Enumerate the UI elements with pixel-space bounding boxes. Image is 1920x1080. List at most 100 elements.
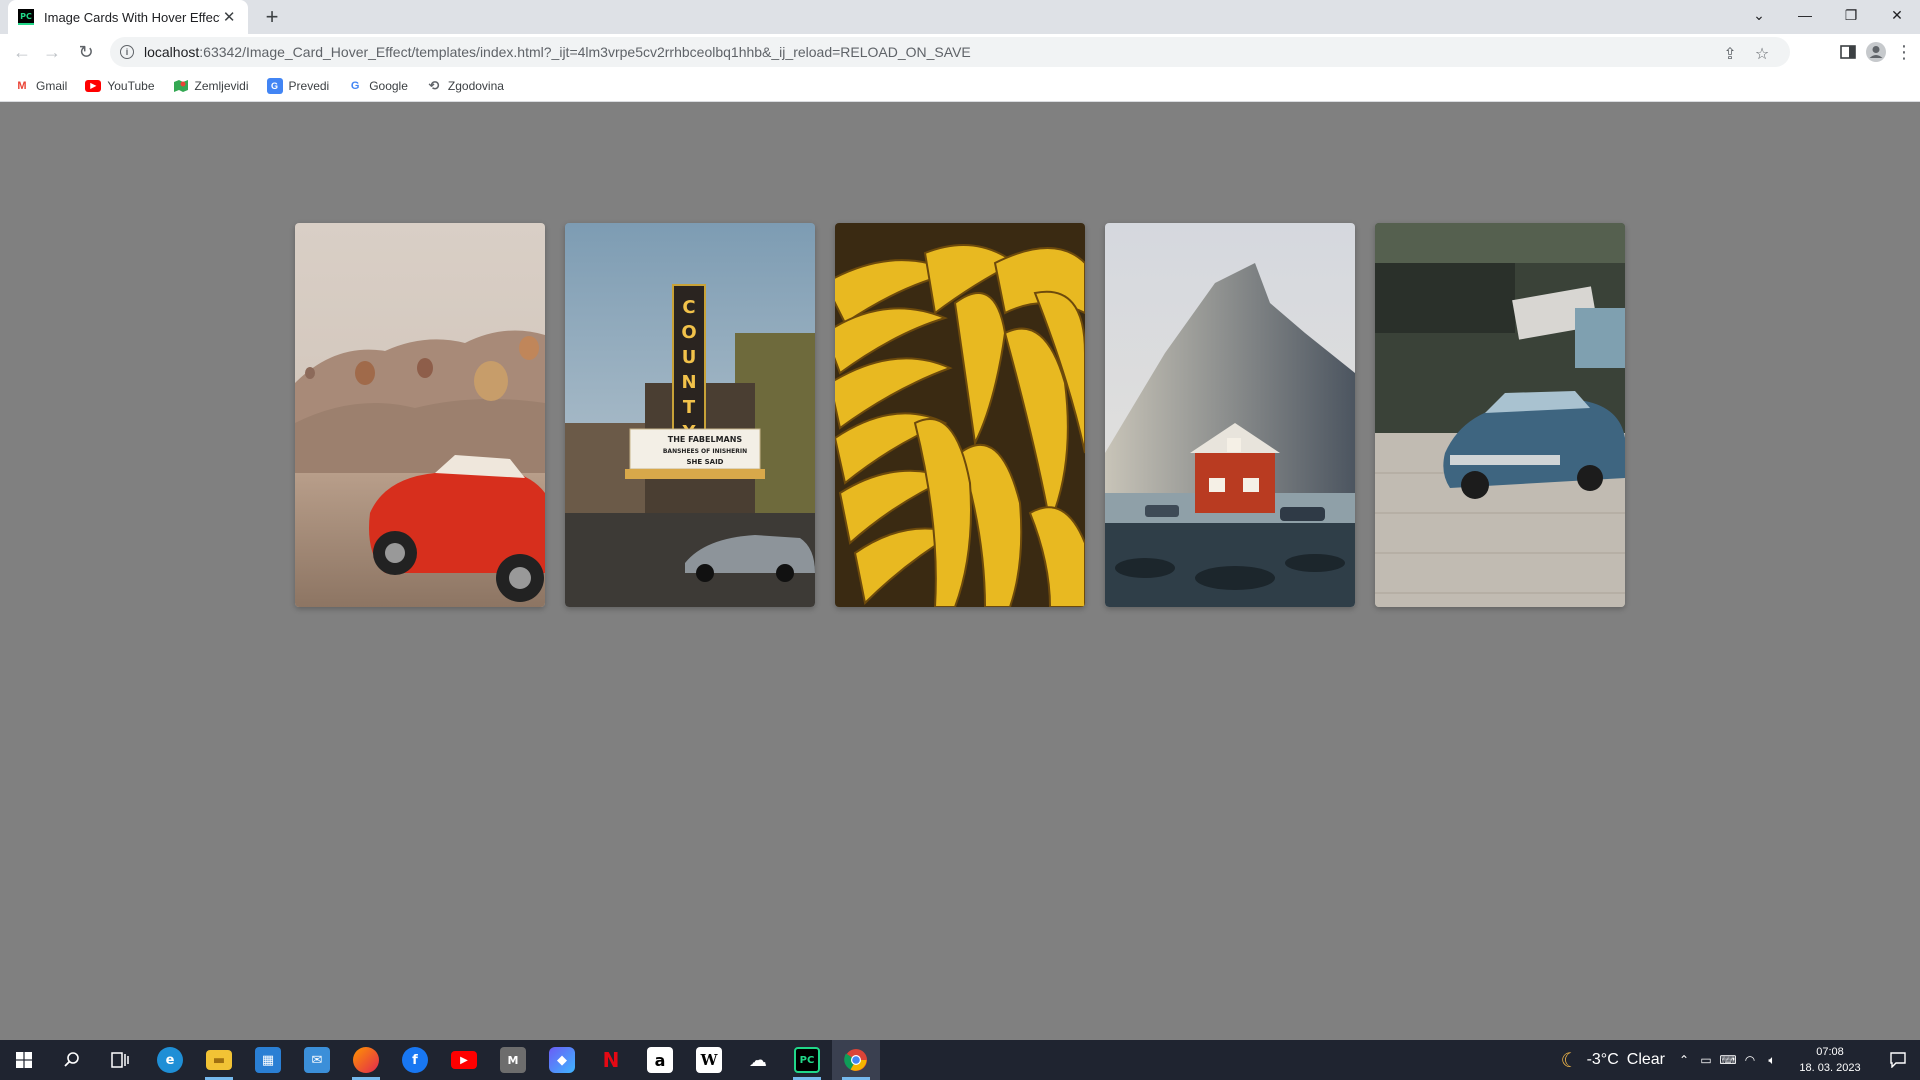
svg-text:N: N [681, 372, 696, 393]
tab-search-icon[interactable]: ⌄ [1736, 0, 1782, 30]
restore-button[interactable]: ❐ [1828, 0, 1874, 30]
amazon-icon: a [647, 1047, 673, 1073]
bookmark-label: YouTube [107, 78, 155, 93]
image-card-blue-car[interactable] [1375, 223, 1625, 607]
google-icon: G [350, 79, 360, 92]
taskbar-amazon[interactable]: a [636, 1040, 684, 1080]
bookmark-google[interactable]: G Google [347, 78, 408, 94]
svg-text:U: U [682, 347, 697, 368]
photo-bananas [835, 223, 1085, 607]
windows-taskbar: e ▬ ▦ ✉ f ▶ M ◆ N a W ☁ PC ☾ -3°C Clear … [0, 1040, 1920, 1080]
browser-menu-icon[interactable]: ⋮ [1890, 38, 1918, 66]
image-card-bananas[interactable] [835, 223, 1085, 607]
history-icon: ⟲ [428, 77, 440, 93]
store-icon: ▦ [255, 1047, 281, 1073]
image-card-red-house[interactable] [1105, 223, 1355, 607]
weather-widget[interactable]: ☾ -3°C Clear [1561, 1040, 1665, 1080]
bookmark-translate[interactable]: G Prevedi [266, 77, 329, 94]
side-panel-icon[interactable] [1834, 38, 1862, 66]
bookmark-youtube[interactable]: ▶ YouTube [85, 78, 155, 93]
task-view-button[interactable] [96, 1040, 144, 1080]
moon-icon: ☾ [1560, 1049, 1579, 1072]
network-icon[interactable]: ◠ [1742, 1052, 1758, 1068]
volume-icon[interactable]: 🔈︎ [1764, 1052, 1780, 1068]
bookmark-label: Gmail [36, 78, 68, 93]
photo-blue-car [1375, 223, 1625, 607]
taskbar-firefox[interactable] [342, 1040, 390, 1080]
edge-icon: e [157, 1047, 183, 1073]
svg-text:O: O [681, 322, 696, 343]
tab-strip: PC Image Cards With Hover Effect ✕ + ⌄ —… [0, 0, 1920, 34]
taskbar-app-hex[interactable]: ◆ [538, 1040, 586, 1080]
profile-avatar-icon[interactable] [1862, 38, 1890, 66]
facebook-icon: f [402, 1047, 428, 1073]
back-button[interactable]: ← [8, 38, 36, 66]
marquee-line-2: BANSHEES OF INISHERIN [663, 448, 747, 455]
svg-text:T: T [683, 397, 696, 418]
bookmark-gmail[interactable]: M Gmail [14, 78, 67, 94]
marquee-line-3: SHE SAID [687, 458, 724, 466]
forward-button[interactable]: → [38, 38, 66, 66]
tab-title: Image Cards With Hover Effect [44, 9, 221, 25]
firefox-icon [353, 1047, 379, 1073]
new-tab-button[interactable]: + [260, 4, 284, 29]
site-info-icon[interactable]: i [120, 45, 134, 59]
marquee-line-1: THE FABELMANS [668, 435, 743, 444]
taskbar-pycharm[interactable]: PC [783, 1040, 831, 1080]
folder-icon: ▬ [206, 1050, 232, 1070]
weather-temp: -3°C [1586, 1051, 1619, 1068]
taskbar-weather-app[interactable]: ☁ [734, 1040, 782, 1080]
bookmarks-bar: M Gmail ▶ YouTube Zemljevidi G Prevedi G… [0, 70, 1920, 102]
taskbar-youtube[interactable]: ▶ [440, 1040, 488, 1080]
taskbar-mail[interactable]: ✉ [293, 1040, 341, 1080]
search-icon [64, 1052, 79, 1067]
input-language-icon[interactable]: ⌨ [1719, 1052, 1736, 1068]
search-button[interactable] [48, 1040, 96, 1080]
start-button[interactable] [0, 1040, 48, 1080]
windows-logo-icon [16, 1052, 32, 1068]
taskbar-wikipedia[interactable]: W [685, 1040, 733, 1080]
mail-icon: ✉ [304, 1047, 330, 1073]
chevron-up-icon[interactable]: ⌃ [1676, 1052, 1692, 1068]
pycharm-icon: PC [794, 1047, 820, 1073]
taskbar-store[interactable]: ▦ [244, 1040, 292, 1080]
url-host: localhost [144, 44, 200, 60]
cloud-icon: ☁ [749, 1049, 767, 1071]
taskbar-chrome[interactable] [832, 1040, 880, 1080]
meet-now-icon[interactable]: ▭ [1698, 1052, 1714, 1068]
taskbar-netflix[interactable]: N [587, 1040, 635, 1080]
taskbar-facebook[interactable]: f [391, 1040, 439, 1080]
bookmark-history[interactable]: ⟲ Zgodovina [426, 78, 504, 94]
maps-icon [173, 78, 189, 94]
page-body: C O U N T Y THE FABELMANS BANSHEES OF IN… [0, 102, 1920, 1040]
notifications-button[interactable] [1876, 1040, 1920, 1080]
hexagon-app-icon: ◆ [549, 1047, 575, 1073]
bookmark-label: Zgodovina [447, 78, 504, 93]
clock[interactable]: 07:08 18. 03. 2023 [1795, 1044, 1865, 1076]
url-path: :63342/Image_Card_Hover_Effect/templates… [199, 44, 971, 60]
minimize-button[interactable]: — [1782, 0, 1828, 30]
address-bar[interactable]: i localhost:63342/Image_Card_Hover_Effec… [110, 37, 1790, 67]
bookmark-star-icon[interactable]: ☆ [1752, 44, 1772, 64]
task-view-icon [111, 1052, 129, 1068]
tab-close-icon[interactable]: ✕ [220, 8, 238, 26]
pycharm-favicon-icon: PC [18, 9, 34, 25]
reload-button[interactable]: ↻ [72, 38, 100, 66]
share-icon[interactable]: ⇪ [1720, 44, 1740, 64]
taskbar-app-m[interactable]: M [489, 1040, 537, 1080]
photo-red-car [295, 223, 545, 607]
notification-icon [1890, 1052, 1906, 1068]
weather-text: Clear [1626, 1051, 1665, 1068]
netflix-icon: N [602, 1048, 620, 1072]
close-window-button[interactable]: ✕ [1874, 0, 1920, 30]
taskbar-file-explorer[interactable]: ▬ [195, 1040, 243, 1080]
image-card-theater[interactable]: C O U N T Y THE FABELMANS BANSHEES OF IN… [565, 223, 815, 607]
photo-red-house [1105, 223, 1355, 607]
taskbar-edge[interactable]: e [146, 1040, 194, 1080]
active-tab[interactable]: PC Image Cards With Hover Effect ✕ [8, 0, 248, 34]
browser-toolbar: ← → ↻ i localhost:63342/Image_Card_Hover… [0, 34, 1920, 70]
image-card-red-car[interactable] [295, 223, 545, 607]
clock-time: 07:08 [1816, 1046, 1844, 1058]
bookmark-label: Zemljevidi [194, 78, 249, 93]
bookmark-maps[interactable]: Zemljevidi [173, 78, 249, 94]
